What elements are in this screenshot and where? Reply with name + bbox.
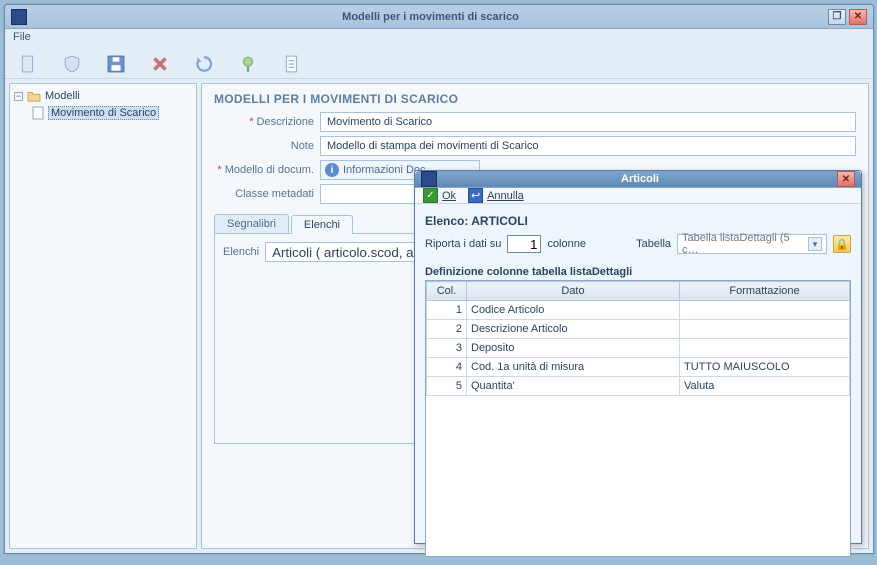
- cell-col: 5: [427, 377, 467, 396]
- table-row[interactable]: 5Quantita'Valuta: [427, 377, 850, 396]
- input-descrizione[interactable]: [320, 112, 856, 132]
- cell-fmt: [680, 320, 850, 339]
- col-header-n[interactable]: Col.: [427, 282, 467, 301]
- dialog-heading: Elenco: ARTICOLI: [425, 214, 851, 228]
- cell-col: 2: [427, 320, 467, 339]
- tree-child[interactable]: Movimento di Scarico: [32, 104, 192, 122]
- toolbar: [5, 49, 873, 79]
- document-icon: [32, 106, 44, 120]
- cell-dato: Quantita': [467, 377, 680, 396]
- tabella-value: Tabella listaDettagli (5 c…: [682, 232, 808, 256]
- dialog-logo-icon: [421, 171, 437, 187]
- elenchi-label: Elenchi: [223, 246, 259, 258]
- chevron-down-icon: ▾: [808, 237, 822, 251]
- table-row[interactable]: 1Codice Articolo: [427, 301, 850, 320]
- info-icon: i: [325, 163, 339, 177]
- cell-dato: Deposito: [467, 339, 680, 358]
- col-header-dato[interactable]: Dato: [467, 282, 680, 301]
- toggle-icon[interactable]: −: [14, 92, 23, 101]
- cell-dato: Cod. 1a unità di misura: [467, 358, 680, 377]
- label-descrizione: Descrizione: [214, 116, 320, 128]
- columns-count-input[interactable]: [507, 235, 541, 253]
- cell-fmt: [680, 301, 850, 320]
- riporta-pre: Riporta i dati su: [425, 238, 501, 250]
- tree-child-label: Movimento di Scarico: [48, 106, 159, 120]
- cell-col: 4: [427, 358, 467, 377]
- tabella-label: Tabella: [636, 238, 671, 250]
- label-note: Note: [214, 140, 320, 152]
- lock-icon[interactable]: 🔒: [833, 235, 851, 253]
- folder-icon: [27, 90, 41, 102]
- col-header-fmt[interactable]: Formattazione: [680, 282, 850, 301]
- tab-segnalibri[interactable]: Segnalibri: [214, 214, 289, 233]
- shield-icon[interactable]: [63, 55, 81, 73]
- cell-col: 1: [427, 301, 467, 320]
- riporta-post: colonne: [547, 238, 586, 250]
- cell-fmt: Valuta: [680, 377, 850, 396]
- section-label: Definizione colonne tabella listaDettagl…: [425, 266, 851, 278]
- pin-icon[interactable]: [239, 55, 257, 73]
- main-titlebar: Modelli per i movimenti di scarico ❐ ✕: [5, 5, 873, 29]
- cell-fmt: [680, 339, 850, 358]
- tree-pane: − Modelli Movimento di Scarico: [9, 83, 197, 549]
- ok-label: Ok: [442, 190, 456, 202]
- maximize-button[interactable]: ❐: [828, 9, 846, 25]
- delete-icon[interactable]: [151, 55, 169, 73]
- tabella-combo[interactable]: Tabella listaDettagli (5 c… ▾: [677, 234, 827, 254]
- cell-fmt: TUTTO MAIUSCOLO: [680, 358, 850, 377]
- refresh-icon[interactable]: [195, 55, 213, 73]
- ok-button[interactable]: ✓ Ok: [423, 188, 456, 203]
- cell-dato: Descrizione Articolo: [467, 320, 680, 339]
- dialog-close-button[interactable]: ✕: [837, 171, 855, 187]
- cell-col: 3: [427, 339, 467, 358]
- dialog-title: Articoli: [443, 173, 837, 185]
- tab-elenchi[interactable]: Elenchi: [291, 215, 353, 234]
- tree-root[interactable]: − Modelli: [14, 88, 192, 104]
- menu-file[interactable]: File: [5, 29, 873, 49]
- close-button[interactable]: ✕: [849, 9, 867, 25]
- tree-root-label: Modelli: [45, 90, 80, 102]
- window-title: Modelli per i movimenti di scarico: [33, 11, 828, 23]
- table-row[interactable]: 2Descrizione Articolo: [427, 320, 850, 339]
- check-icon: ✓: [423, 188, 438, 203]
- label-classe: Classe metadati: [214, 188, 320, 200]
- form-heading: MODELLI PER I MOVIMENTI DI SCARICO: [214, 92, 856, 106]
- table-row[interactable]: 4Cod. 1a unità di misuraTUTTO MAIUSCOLO: [427, 358, 850, 377]
- articoli-dialog: Articoli ✕ ✓ Ok Annulla Elenco: ARTICOLI…: [414, 170, 862, 544]
- undo-icon: [468, 188, 483, 203]
- new-icon[interactable]: [19, 55, 37, 73]
- app-logo-icon: [11, 9, 27, 25]
- dialog-titlebar: Articoli ✕: [415, 171, 861, 188]
- grid-empty-area: [426, 396, 850, 556]
- cancel-label: Annulla: [487, 190, 524, 202]
- input-note[interactable]: [320, 136, 856, 156]
- save-icon[interactable]: [107, 55, 125, 73]
- label-modello: Modello di docum.: [214, 164, 320, 176]
- cell-dato: Codice Articolo: [467, 301, 680, 320]
- columns-grid[interactable]: Col. Dato Formattazione 1Codice Articolo…: [425, 280, 851, 557]
- table-row[interactable]: 3Deposito: [427, 339, 850, 358]
- doc-icon[interactable]: [283, 55, 301, 73]
- dialog-toolbar: ✓ Ok Annulla: [415, 188, 861, 204]
- cancel-button[interactable]: Annulla: [468, 188, 524, 203]
